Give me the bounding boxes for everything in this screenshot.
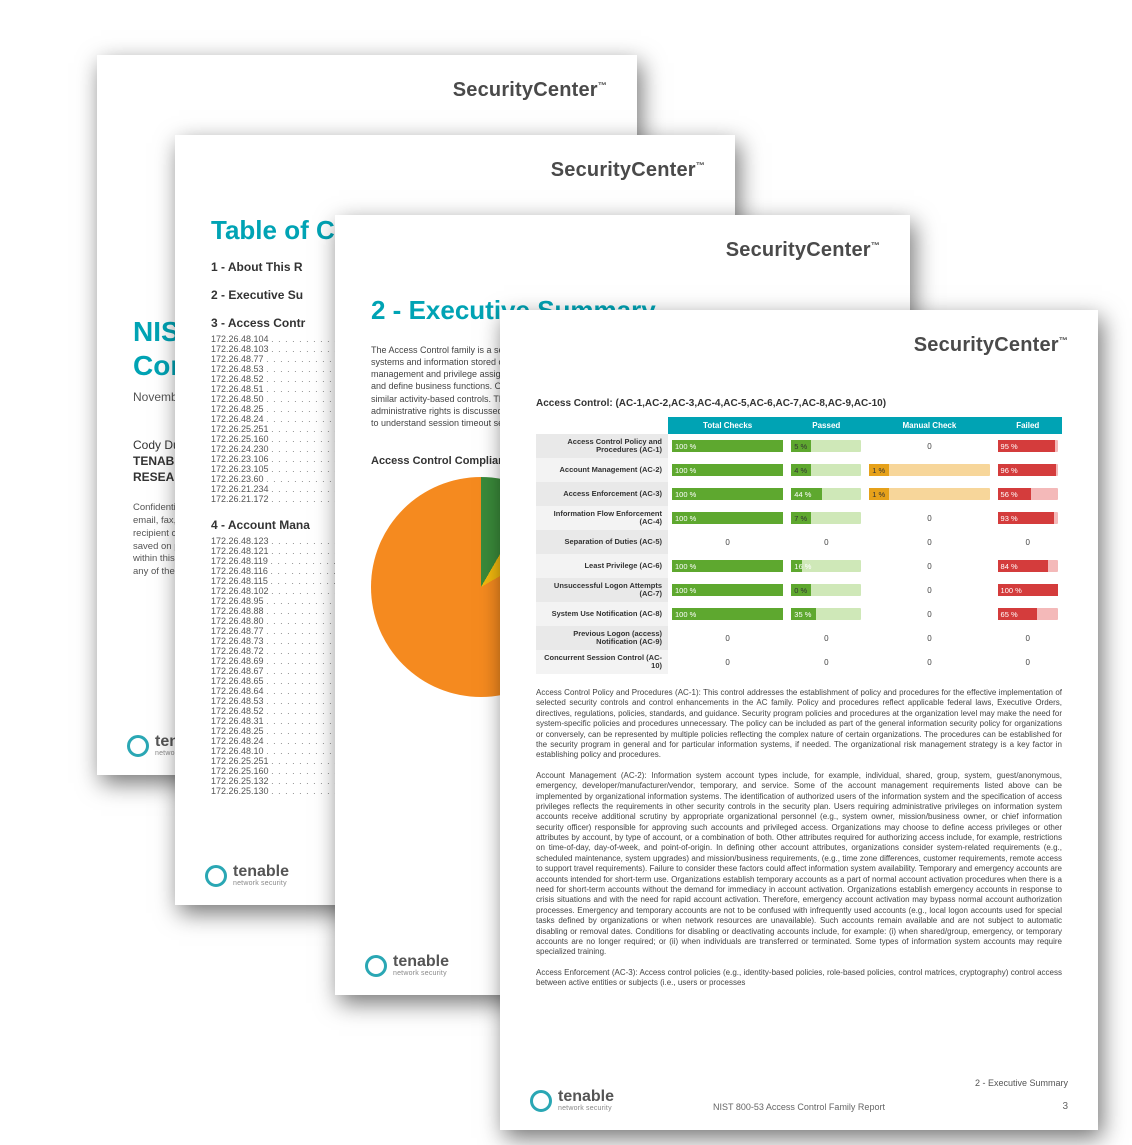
tenable-sub: network security bbox=[393, 970, 449, 977]
row-label: Access Enforcement (AC-3) bbox=[536, 482, 668, 506]
brand-logo: SecurityCenter™ bbox=[551, 159, 705, 182]
tenable-logo: tenable network security bbox=[530, 1089, 614, 1112]
col-passed: Passed bbox=[787, 417, 865, 434]
para-ac1: Access Control Policy and Procedures (AC… bbox=[536, 688, 1062, 761]
tenable-name: tenable bbox=[393, 954, 449, 970]
brand-text: SecurityCenter bbox=[453, 79, 598, 101]
row-label: Least Privilege (AC-6) bbox=[536, 554, 668, 578]
row-label: Account Management (AC-2) bbox=[536, 458, 668, 482]
tenable-name: tenable bbox=[233, 864, 289, 880]
row-label: Access Control Policy and Procedures (AC… bbox=[536, 434, 668, 458]
trademark-icon: ™ bbox=[1059, 335, 1068, 345]
brand-logo: SecurityCenter™ bbox=[726, 239, 880, 262]
trademark-icon: ™ bbox=[871, 240, 880, 250]
row-label: Concurrent Session Control (AC-10) bbox=[536, 650, 668, 674]
footer-page-number: 3 bbox=[1062, 1101, 1068, 1112]
detail-page: SecurityCenter™ Access Control: (AC-1,AC… bbox=[500, 310, 1098, 1130]
tenable-sub: network security bbox=[233, 880, 289, 887]
tenable-circle-icon bbox=[365, 955, 387, 977]
trademark-icon: ™ bbox=[598, 80, 607, 90]
table-row: Unsuccessful Logon Attempts (AC-7)100 %0… bbox=[536, 578, 1062, 602]
footer-center: NIST 800-53 Access Control Family Report bbox=[713, 1102, 885, 1112]
para-ac3: Access Enforcement (AC-3): Access contro… bbox=[536, 968, 1062, 989]
compliance-table: Total Checks Passed Manual Check Failed … bbox=[536, 417, 1062, 674]
body-text: Access Control Policy and Procedures (AC… bbox=[536, 688, 1062, 989]
table-row: Access Enforcement (AC-3)100 %44 %1 %56 … bbox=[536, 482, 1062, 506]
table-row: System Use Notification (AC-8)100 %35 %0… bbox=[536, 602, 1062, 626]
para-ac2: Account Management (AC-2): Information s… bbox=[536, 771, 1062, 958]
brand-logo: SecurityCenter™ bbox=[914, 334, 1068, 357]
row-label: Previous Logon (access) Notification (AC… bbox=[536, 626, 668, 650]
tenable-logo: tenable network security bbox=[365, 954, 449, 977]
section-footer-title: 2 - Executive Summary bbox=[975, 1078, 1068, 1088]
table-row: Previous Logon (access) Notification (AC… bbox=[536, 626, 1062, 650]
table-row: Account Management (AC-2)100 %4 %1 %96 % bbox=[536, 458, 1062, 482]
brand-text: SecurityCenter bbox=[551, 159, 696, 181]
table-row: Access Control Policy and Procedures (AC… bbox=[536, 434, 1062, 458]
table-row: Separation of Duties (AC-5)0000 bbox=[536, 530, 1062, 554]
access-control-header: Access Control: (AC-1,AC-2,AC-3,AC-4,AC-… bbox=[536, 398, 1062, 409]
col-manual: Manual Check bbox=[865, 417, 993, 434]
tenable-circle-icon bbox=[127, 735, 149, 757]
brand-logo: SecurityCenter™ bbox=[453, 79, 607, 102]
brand-text: SecurityCenter bbox=[914, 334, 1059, 356]
tenable-name: tenable bbox=[558, 1089, 614, 1105]
tenable-sub: network security bbox=[558, 1105, 614, 1112]
row-label: Unsuccessful Logon Attempts (AC-7) bbox=[536, 578, 668, 602]
row-label: System Use Notification (AC-8) bbox=[536, 602, 668, 626]
table-row: Least Privilege (AC-6)100 %16 %084 % bbox=[536, 554, 1062, 578]
col-total: Total Checks bbox=[668, 417, 787, 434]
brand-text: SecurityCenter bbox=[726, 239, 871, 261]
tenable-circle-icon bbox=[205, 865, 227, 887]
tenable-logo: tenable network security bbox=[205, 864, 289, 887]
col-failed: Failed bbox=[994, 417, 1062, 434]
row-label: Separation of Duties (AC-5) bbox=[536, 530, 668, 554]
trademark-icon: ™ bbox=[696, 160, 705, 170]
table-row: Concurrent Session Control (AC-10)0000 bbox=[536, 650, 1062, 674]
tenable-circle-icon bbox=[530, 1090, 552, 1112]
row-label: Information Flow Enforcement (AC-4) bbox=[536, 506, 668, 530]
table-row: Information Flow Enforcement (AC-4)100 %… bbox=[536, 506, 1062, 530]
